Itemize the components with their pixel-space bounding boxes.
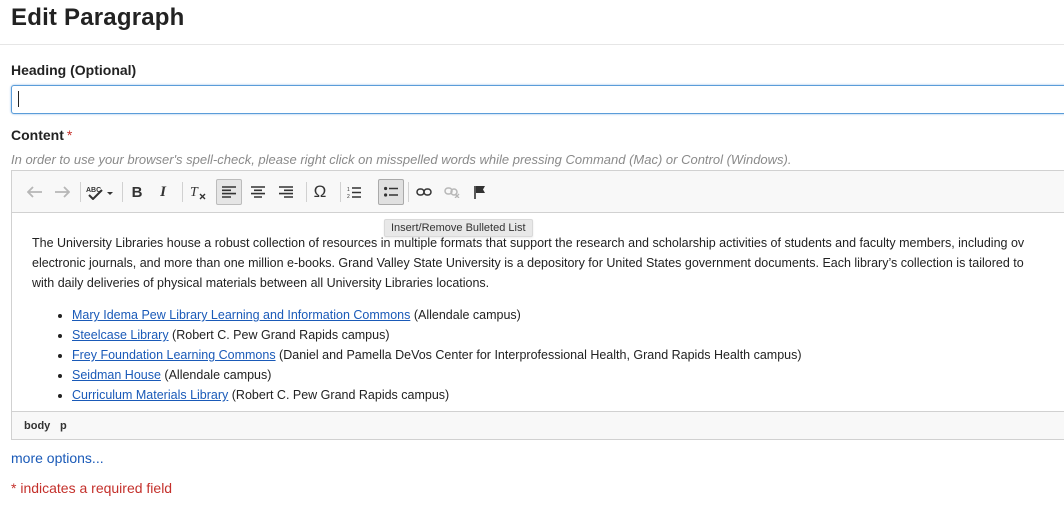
library-link[interactable]: Mary Idema Pew Library Learning and Info…: [72, 308, 410, 322]
svg-text:1: 1: [347, 187, 350, 193]
list-item: Steelcase Library (Robert C. Pew Grand R…: [72, 325, 802, 345]
paragraph-line: The University Libraries house a robust …: [32, 236, 1025, 250]
spellcheck-help-text: In order to use your browser's spell-che…: [11, 152, 792, 167]
toolbar-separator: [182, 182, 183, 202]
list-item: Mary Idema Pew Library Learning and Info…: [72, 305, 802, 325]
library-locations-list: Mary Idema Pew Library Learning and Info…: [12, 305, 802, 405]
redo-button[interactable]: [51, 180, 73, 204]
flag-icon: [474, 186, 485, 199]
content-label-text: Content: [11, 127, 64, 143]
text-caret: [18, 91, 19, 107]
toolbar-tooltip: Insert/Remove Bulleted List: [384, 219, 533, 237]
required-asterisk: *: [66, 127, 73, 143]
remove-format-icon: T: [190, 185, 206, 200]
bulleted-list-button[interactable]: [378, 179, 404, 205]
heading-input[interactable]: [11, 85, 1064, 114]
page-title: Edit Paragraph: [11, 4, 185, 31]
align-right-button[interactable]: [274, 180, 298, 204]
omega-icon: Ω: [313, 182, 327, 201]
campus-text: (Daniel and Pamella DeVos Center for Int…: [275, 348, 802, 362]
italic-icon: I: [160, 183, 166, 200]
list-item: Frey Foundation Learning Commons (Daniel…: [72, 345, 802, 365]
list-item: Curriculum Materials Library (Robert C. …: [72, 385, 802, 405]
redo-icon: [55, 186, 70, 198]
spellcheck-icon: ABC: [86, 187, 113, 200]
toolbar-separator: [340, 182, 341, 202]
campus-text: (Robert C. Pew Grand Rapids campus): [228, 388, 450, 402]
undo-button[interactable]: [24, 180, 46, 204]
numbered-list-button[interactable]: 1 2: [342, 180, 366, 204]
paragraph-line: with daily deliveries of physical materi…: [32, 276, 490, 290]
more-options-link[interactable]: more options...: [11, 450, 104, 466]
align-center-button[interactable]: [246, 180, 270, 204]
bulleted-list-icon: [384, 186, 398, 197]
svg-text:T: T: [190, 185, 199, 200]
element-path-p[interactable]: p: [60, 420, 67, 432]
special-character-button[interactable]: Ω: [308, 180, 332, 204]
title-divider: [0, 44, 1064, 45]
unlink-icon: [444, 187, 460, 198]
toolbar-separator: [122, 182, 123, 202]
align-left-icon: [222, 186, 236, 198]
toolbar-separator: [306, 182, 307, 202]
bold-button[interactable]: B: [126, 180, 148, 204]
anchor-button[interactable]: [468, 180, 492, 204]
campus-text: (Allendale campus): [410, 308, 521, 322]
align-right-icon: [279, 186, 293, 198]
svg-text:2: 2: [347, 194, 350, 199]
unlink-button[interactable]: [440, 180, 464, 204]
library-link[interactable]: Curriculum Materials Library: [72, 388, 228, 402]
numbered-list-icon: 1 2: [347, 187, 361, 199]
editor-statusbar: body p: [12, 411, 1064, 439]
italic-button[interactable]: I: [152, 180, 174, 204]
toolbar-separator: [80, 182, 81, 202]
link-icon: [416, 188, 432, 196]
spellcheck-button[interactable]: ABC: [84, 180, 116, 204]
campus-text: (Allendale campus): [160, 368, 272, 382]
align-center-icon: [251, 186, 265, 198]
library-link[interactable]: Frey Foundation Learning Commons: [72, 348, 276, 362]
remove-format-button[interactable]: T: [186, 180, 210, 204]
toolbar-separator: [408, 182, 409, 202]
editor-content-area[interactable]: The University Libraries house a robust …: [12, 213, 1064, 413]
content-label: Content *: [11, 127, 72, 143]
heading-label: Heading (Optional): [11, 62, 137, 78]
align-left-button[interactable]: [216, 179, 242, 205]
required-field-note: * indicates a required field: [11, 480, 173, 496]
library-link[interactable]: Seidman House: [72, 368, 161, 382]
link-button[interactable]: [412, 180, 436, 204]
campus-text: (Robert C. Pew Grand Rapids campus): [168, 328, 390, 342]
element-path-body[interactable]: body: [24, 420, 50, 432]
body-paragraph: The University Libraries house a robust …: [32, 233, 1064, 293]
paragraph-line: electronic journals, and more than one m…: [32, 256, 1024, 270]
undo-icon: [27, 186, 42, 198]
rich-text-editor: ABC B I T Ω 1 2 The University Libraries…: [11, 170, 1064, 440]
bold-icon: B: [131, 183, 143, 201]
list-item: Seidman House (Allendale campus): [72, 365, 802, 385]
library-link[interactable]: Steelcase Library: [72, 328, 169, 342]
editor-toolbar: ABC B I T Ω 1 2: [12, 171, 1064, 213]
